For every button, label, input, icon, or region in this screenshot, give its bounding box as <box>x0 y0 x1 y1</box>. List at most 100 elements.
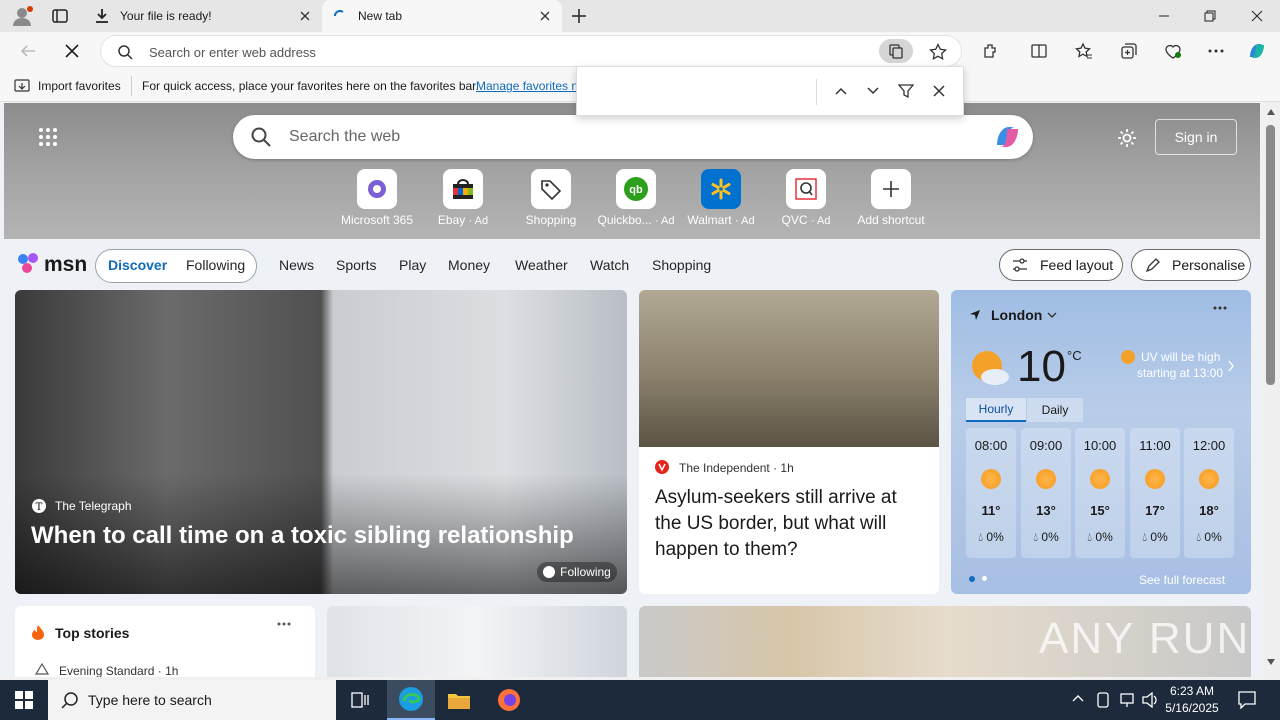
task-view-icon[interactable] <box>336 680 384 720</box>
address-bar[interactable]: Search or enter web address <box>100 35 962 67</box>
shortcut-qvc[interactable]: QVC · Ad <box>763 169 849 227</box>
tab-new-tab[interactable]: New tab <box>322 0 562 32</box>
watermark-logo: ANY RUN <box>1039 614 1251 663</box>
notification-center-icon[interactable] <box>1238 691 1256 709</box>
favorite-star-icon[interactable] <box>929 43 947 61</box>
story-card-food[interactable]: ANY RUN <box>639 606 1251 677</box>
chevron-down-icon[interactable] <box>1047 311 1057 319</box>
sparkle-pencil-icon <box>1144 257 1162 273</box>
nav-shopping[interactable]: Shopping <box>652 257 711 273</box>
file-explorer-icon[interactable] <box>435 680 483 720</box>
tab-file-ready[interactable]: Your file is ready! <box>84 0 322 32</box>
show-hidden-icons-icon[interactable] <box>1072 694 1084 702</box>
new-tab-button[interactable] <box>570 7 588 25</box>
close-find-icon[interactable] <box>932 84 946 98</box>
favorites-icon[interactable] <box>1073 40 1095 62</box>
more-options-icon[interactable] <box>1213 306 1227 310</box>
nav-sports[interactable]: Sports <box>336 257 376 273</box>
apps-launcher-icon[interactable] <box>38 127 58 147</box>
page-scrollbar[interactable] <box>1262 103 1280 677</box>
settings-more-icon[interactable] <box>1205 40 1227 62</box>
back-icon[interactable] <box>17 40 39 62</box>
profile-icon[interactable] <box>10 5 34 27</box>
scroll-up-arrow-icon[interactable] <box>1267 109 1275 115</box>
tab-discover[interactable]: Discover <box>108 257 167 273</box>
manage-favorites-link[interactable]: Manage favorites n <box>476 79 578 93</box>
weather-location[interactable]: London <box>991 307 1042 323</box>
taskbar-search-box[interactable]: Type here to search <box>48 680 336 720</box>
shortcut-quickbooks[interactable]: qb Quickbo... · Ad <box>593 169 679 227</box>
page-dot-active[interactable] <box>969 576 975 582</box>
tab-hourly[interactable]: Hourly <box>966 398 1026 422</box>
scrollbar-thumb[interactable] <box>1266 125 1275 385</box>
copilot-icon[interactable] <box>1246 40 1268 62</box>
news-card[interactable]: The Independent · 1h Asylum-seekers stil… <box>639 290 939 594</box>
copilot-icon[interactable] <box>992 123 1022 151</box>
tab-actions-icon[interactable] <box>52 8 68 24</box>
search-icon <box>117 44 133 60</box>
restore-button[interactable] <box>1187 0 1233 32</box>
filter-icon[interactable] <box>898 83 914 99</box>
next-match-icon[interactable] <box>866 84 880 98</box>
weather-card[interactable]: London 10 °C UV will be high starting at… <box>951 290 1251 594</box>
shortcut-walmart[interactable]: Walmart · Ad <box>678 169 764 227</box>
import-favorites-button[interactable]: Import favorites <box>38 79 121 93</box>
check-icon <box>543 566 556 578</box>
shortcut-microsoft-365[interactable]: Microsoft 365 <box>334 169 420 227</box>
scroll-down-arrow-icon[interactable] <box>1267 659 1275 665</box>
feed-layout-button[interactable]: Feed layout <box>999 249 1123 281</box>
see-full-forecast-link[interactable]: See full forecast <box>1139 573 1225 587</box>
web-search-box[interactable]: Search the web <box>233 115 1033 159</box>
top-stories-card: Top stories Evening Standard · 1h <box>15 606 315 677</box>
plus-icon <box>871 169 911 209</box>
minimize-button[interactable] <box>1141 0 1187 32</box>
clock-time: 6:23 AM <box>1169 684 1215 698</box>
more-options-icon[interactable] <box>277 622 291 626</box>
sign-in-button[interactable]: Sign in <box>1155 119 1237 155</box>
nav-watch[interactable]: Watch <box>590 257 629 273</box>
top-stories-title: Top stories <box>55 625 130 641</box>
volume-icon[interactable] <box>1142 692 1160 708</box>
raindrop-icon: 💧︎ <box>1087 530 1093 544</box>
start-button[interactable] <box>0 680 48 720</box>
story-card-medical[interactable] <box>327 606 627 677</box>
raindrop-icon: 💧︎ <box>1196 530 1202 544</box>
close-tab-icon[interactable] <box>298 9 312 23</box>
firefox-icon[interactable] <box>485 680 533 720</box>
shortcut-ebay[interactable]: Ebay · Ad <box>420 169 506 227</box>
nav-news[interactable]: News <box>279 257 314 273</box>
chevron-right-icon[interactable] <box>1227 360 1235 372</box>
news-headline[interactable]: Asylum-seekers still arrive at the US bo… <box>655 485 925 563</box>
main-story-card[interactable]: T The Telegraph When to call time on a t… <box>15 290 627 594</box>
nav-weather[interactable]: Weather <box>515 257 568 273</box>
add-shortcut-button[interactable]: Add shortcut <box>848 169 934 227</box>
extensions-icon[interactable] <box>980 40 1002 62</box>
following-badge[interactable]: Following <box>537 562 617 582</box>
system-clock[interactable]: 6:23 AM 5/16/2025 <box>1160 683 1224 717</box>
settings-gear-icon[interactable] <box>1116 127 1138 149</box>
stop-loading-icon[interactable] <box>61 40 83 62</box>
device-icon[interactable] <box>1096 692 1110 708</box>
divider <box>131 76 132 96</box>
network-icon[interactable] <box>1118 692 1136 708</box>
previous-match-icon[interactable] <box>834 84 848 98</box>
personalise-button[interactable]: Personalise <box>1131 249 1251 281</box>
read-aloud-icon[interactable] <box>879 39 913 63</box>
story-headline[interactable]: When to call time on a toxic sibling rel… <box>31 522 574 550</box>
tab-daily[interactable]: Daily <box>1027 398 1083 422</box>
tab-title: Your file is ready! <box>120 9 212 23</box>
tab-following[interactable]: Following <box>186 257 245 273</box>
edge-taskbar-icon[interactable] <box>387 680 435 720</box>
nav-money[interactable]: Money <box>448 257 490 273</box>
msn-logo-icon[interactable] <box>16 251 42 275</box>
browser-essentials-icon[interactable] <box>1162 40 1184 62</box>
nav-play[interactable]: Play <box>399 257 426 273</box>
close-window-button[interactable] <box>1234 0 1280 32</box>
close-tab-icon[interactable] <box>538 9 552 23</box>
address-placeholder: Search or enter web address <box>149 45 316 60</box>
collections-icon[interactable] <box>1118 40 1140 62</box>
shortcut-shopping[interactable]: Shopping <box>508 169 594 227</box>
page-dot[interactable] <box>982 576 987 581</box>
split-screen-icon[interactable] <box>1028 40 1050 62</box>
find-input[interactable] <box>577 67 813 115</box>
